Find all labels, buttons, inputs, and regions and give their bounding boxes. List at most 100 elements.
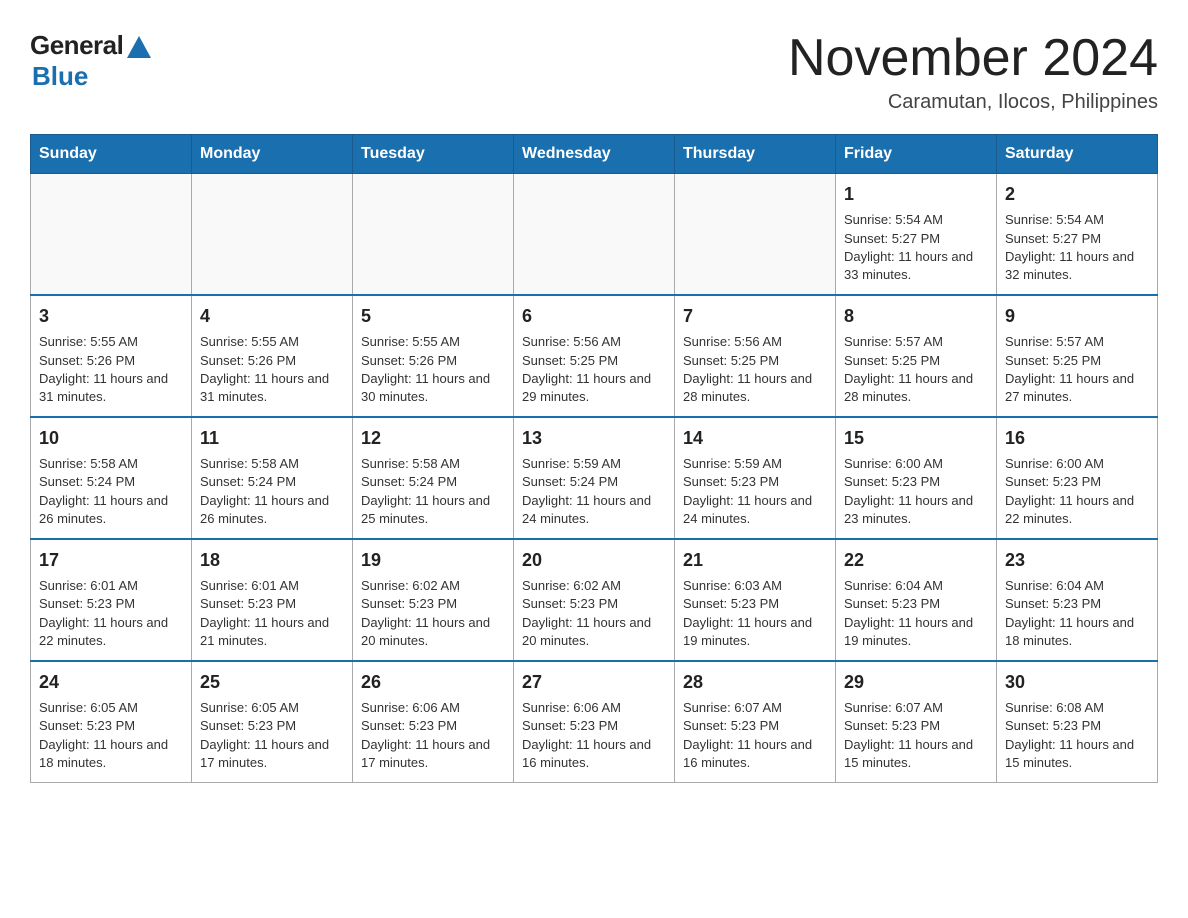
day-number: 10 [39, 426, 183, 451]
day-number: 13 [522, 426, 666, 451]
day-cell: 22 Sunrise: 6:04 AM Sunset: 5:23 PM Dayli… [836, 539, 997, 661]
day-number: 16 [1005, 426, 1149, 451]
day-cell: 16 Sunrise: 6:00 AM Sunset: 5:23 PM Dayli… [997, 417, 1158, 539]
header-cell-tuesday: Tuesday [353, 135, 514, 174]
day-cell: 21 Sunrise: 6:03 AM Sunset: 5:23 PM Dayli… [675, 539, 836, 661]
day-cell: 28 Sunrise: 6:07 AM Sunset: 5:23 PM Dayli… [675, 661, 836, 782]
day-info: Sunrise: 6:02 AM Sunset: 5:23 PM Dayligh… [361, 577, 505, 650]
day-info: Sunrise: 6:01 AM Sunset: 5:23 PM Dayligh… [200, 577, 344, 650]
day-cell: 20 Sunrise: 6:02 AM Sunset: 5:23 PM Dayli… [514, 539, 675, 661]
day-number: 6 [522, 304, 666, 329]
day-number: 24 [39, 670, 183, 695]
day-info: Sunrise: 5:55 AM Sunset: 5:26 PM Dayligh… [39, 333, 183, 406]
day-info: Sunrise: 6:03 AM Sunset: 5:23 PM Dayligh… [683, 577, 827, 650]
day-number: 9 [1005, 304, 1149, 329]
day-info: Sunrise: 6:07 AM Sunset: 5:23 PM Dayligh… [683, 699, 827, 772]
logo-flag-icon [127, 36, 151, 58]
day-cell [192, 174, 353, 295]
week-row-4: 17 Sunrise: 6:01 AM Sunset: 5:23 PM Dayli… [31, 539, 1158, 661]
day-info: Sunrise: 5:55 AM Sunset: 5:26 PM Dayligh… [361, 333, 505, 406]
day-number: 3 [39, 304, 183, 329]
day-info: Sunrise: 6:02 AM Sunset: 5:23 PM Dayligh… [522, 577, 666, 650]
day-cell: 19 Sunrise: 6:02 AM Sunset: 5:23 PM Dayli… [353, 539, 514, 661]
day-cell: 7 Sunrise: 5:56 AM Sunset: 5:25 PM Daylig… [675, 295, 836, 417]
day-cell: 4 Sunrise: 5:55 AM Sunset: 5:26 PM Daylig… [192, 295, 353, 417]
location-subtitle: Caramutan, Ilocos, Philippines [788, 91, 1158, 114]
day-number: 27 [522, 670, 666, 695]
day-cell: 2 Sunrise: 5:54 AM Sunset: 5:27 PM Daylig… [997, 174, 1158, 295]
day-cell: 3 Sunrise: 5:55 AM Sunset: 5:26 PM Daylig… [31, 295, 192, 417]
calendar-body: 1 Sunrise: 5:54 AM Sunset: 5:27 PM Daylig… [31, 174, 1158, 783]
header-row: SundayMondayTuesdayWednesdayThursdayFrid… [31, 135, 1158, 174]
day-number: 1 [844, 182, 988, 207]
day-number: 30 [1005, 670, 1149, 695]
day-info: Sunrise: 6:01 AM Sunset: 5:23 PM Dayligh… [39, 577, 183, 650]
day-cell: 8 Sunrise: 5:57 AM Sunset: 5:25 PM Daylig… [836, 295, 997, 417]
day-number: 8 [844, 304, 988, 329]
day-cell [675, 174, 836, 295]
day-cell: 25 Sunrise: 6:05 AM Sunset: 5:23 PM Dayli… [192, 661, 353, 782]
day-info: Sunrise: 5:58 AM Sunset: 5:24 PM Dayligh… [39, 455, 183, 528]
logo: General Blue [30, 30, 151, 92]
day-number: 2 [1005, 182, 1149, 207]
day-number: 20 [522, 548, 666, 573]
day-cell: 6 Sunrise: 5:56 AM Sunset: 5:25 PM Daylig… [514, 295, 675, 417]
day-info: Sunrise: 5:56 AM Sunset: 5:25 PM Dayligh… [683, 333, 827, 406]
day-info: Sunrise: 5:57 AM Sunset: 5:25 PM Dayligh… [1005, 333, 1149, 406]
day-cell: 14 Sunrise: 5:59 AM Sunset: 5:23 PM Dayli… [675, 417, 836, 539]
day-cell: 17 Sunrise: 6:01 AM Sunset: 5:23 PM Dayli… [31, 539, 192, 661]
day-info: Sunrise: 6:05 AM Sunset: 5:23 PM Dayligh… [39, 699, 183, 772]
week-row-3: 10 Sunrise: 5:58 AM Sunset: 5:24 PM Dayli… [31, 417, 1158, 539]
day-info: Sunrise: 5:54 AM Sunset: 5:27 PM Dayligh… [844, 211, 988, 284]
week-row-1: 1 Sunrise: 5:54 AM Sunset: 5:27 PM Daylig… [31, 174, 1158, 295]
day-number: 7 [683, 304, 827, 329]
day-cell: 15 Sunrise: 6:00 AM Sunset: 5:23 PM Dayli… [836, 417, 997, 539]
day-number: 5 [361, 304, 505, 329]
day-info: Sunrise: 6:08 AM Sunset: 5:23 PM Dayligh… [1005, 699, 1149, 772]
day-cell: 10 Sunrise: 5:58 AM Sunset: 5:24 PM Dayli… [31, 417, 192, 539]
day-cell: 1 Sunrise: 5:54 AM Sunset: 5:27 PM Daylig… [836, 174, 997, 295]
day-info: Sunrise: 5:55 AM Sunset: 5:26 PM Dayligh… [200, 333, 344, 406]
day-info: Sunrise: 6:04 AM Sunset: 5:23 PM Dayligh… [844, 577, 988, 650]
day-number: 26 [361, 670, 505, 695]
day-cell [353, 174, 514, 295]
day-number: 17 [39, 548, 183, 573]
day-number: 21 [683, 548, 827, 573]
header: General Blue November 2024 Caramutan, Il… [30, 30, 1158, 114]
day-number: 15 [844, 426, 988, 451]
day-info: Sunrise: 5:54 AM Sunset: 5:27 PM Dayligh… [1005, 211, 1149, 284]
day-cell [514, 174, 675, 295]
day-number: 23 [1005, 548, 1149, 573]
day-info: Sunrise: 5:57 AM Sunset: 5:25 PM Dayligh… [844, 333, 988, 406]
day-cell: 13 Sunrise: 5:59 AM Sunset: 5:24 PM Dayli… [514, 417, 675, 539]
day-number: 22 [844, 548, 988, 573]
day-cell: 11Sunrise: 5:58 AM Sunset: 5:24 PM Dayli… [192, 417, 353, 539]
day-number: 14 [683, 426, 827, 451]
day-cell: 18Sunrise: 6:01 AM Sunset: 5:23 PM Dayli… [192, 539, 353, 661]
day-info: Sunrise: 5:59 AM Sunset: 5:23 PM Dayligh… [683, 455, 827, 528]
calendar-table: SundayMondayTuesdayWednesdayThursdayFrid… [30, 134, 1158, 783]
day-number: 4 [200, 304, 344, 329]
week-row-2: 3 Sunrise: 5:55 AM Sunset: 5:26 PM Daylig… [31, 295, 1158, 417]
day-info: Sunrise: 6:05 AM Sunset: 5:23 PM Dayligh… [200, 699, 344, 772]
header-cell-sunday: Sunday [31, 135, 192, 174]
day-info: Sunrise: 6:06 AM Sunset: 5:23 PM Dayligh… [361, 699, 505, 772]
day-info: Sunrise: 5:56 AM Sunset: 5:25 PM Dayligh… [522, 333, 666, 406]
logo-general-text: General [30, 30, 123, 61]
day-info: Sunrise: 5:58 AM Sunset: 5:24 PM Dayligh… [200, 455, 344, 528]
header-cell-wednesday: Wednesday [514, 135, 675, 174]
title-block: November 2024 Caramutan, Ilocos, Philipp… [788, 30, 1158, 114]
header-cell-saturday: Saturday [997, 135, 1158, 174]
calendar-header: SundayMondayTuesdayWednesdayThursdayFrid… [31, 135, 1158, 174]
day-cell: 24 Sunrise: 6:05 AM Sunset: 5:23 PM Dayli… [31, 661, 192, 782]
week-row-5: 24 Sunrise: 6:05 AM Sunset: 5:23 PM Dayli… [31, 661, 1158, 782]
day-info: Sunrise: 6:00 AM Sunset: 5:23 PM Dayligh… [844, 455, 988, 528]
day-number: 25 [200, 670, 344, 695]
day-info: Sunrise: 6:00 AM Sunset: 5:23 PM Dayligh… [1005, 455, 1149, 528]
day-cell: 27Sunrise: 6:06 AM Sunset: 5:23 PM Dayli… [514, 661, 675, 782]
day-info: Sunrise: 5:59 AM Sunset: 5:24 PM Dayligh… [522, 455, 666, 528]
day-number: 28 [683, 670, 827, 695]
day-info: Sunrise: 6:04 AM Sunset: 5:23 PM Dayligh… [1005, 577, 1149, 650]
header-cell-monday: Monday [192, 135, 353, 174]
day-number: 19 [361, 548, 505, 573]
